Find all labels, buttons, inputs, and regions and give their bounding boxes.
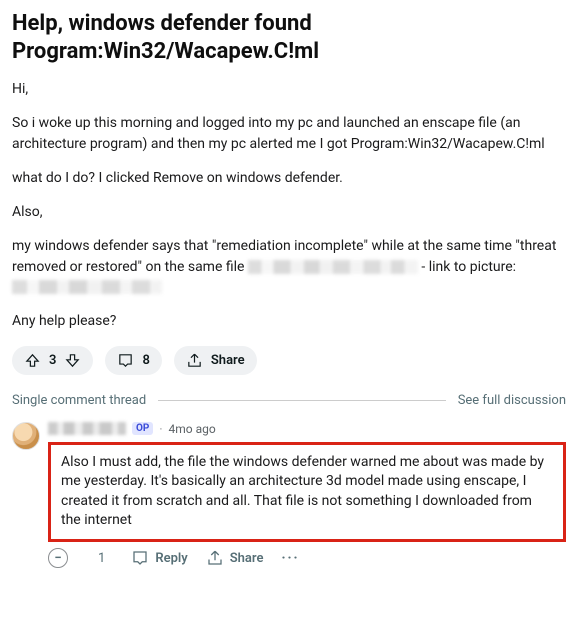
op-badge: OP (132, 422, 153, 435)
avatar[interactable] (12, 422, 40, 450)
comment-action-bar: − 1 Reply Share ··· (48, 548, 566, 568)
divider (158, 400, 445, 401)
share-button[interactable]: Share (206, 549, 264, 567)
thread-label: Single comment thread (12, 393, 146, 408)
share-icon (186, 352, 203, 369)
comments-button[interactable]: 8 (105, 346, 161, 375)
upvote-icon[interactable] (24, 352, 41, 369)
post-paragraph: Also, (12, 202, 566, 222)
comment: OP · 4mo ago Also I must add, the file t… (12, 422, 566, 568)
post-paragraph: Any help please? (12, 311, 566, 331)
post-paragraph: what do I do? I clicked Remove on window… (12, 168, 566, 188)
comment-icon (117, 352, 134, 369)
reply-button[interactable]: Reply (131, 549, 187, 567)
redacted-text (248, 260, 418, 274)
collapse-button[interactable]: − (48, 548, 68, 568)
post-paragraph: So i woke up this morning and logged int… (12, 113, 566, 154)
post-body: Hi, So i woke up this morning and logged… (12, 79, 566, 332)
vote-group: 3 (12, 346, 93, 375)
username[interactable] (48, 422, 126, 435)
separator-dot: · (159, 422, 162, 436)
post-action-bar: 3 8 Share (12, 346, 566, 375)
vote-count: 1 (98, 551, 105, 566)
comment-count: 8 (142, 353, 149, 368)
post-paragraph: my windows defender says that "remediati… (12, 236, 566, 297)
more-options-button[interactable]: ··· (281, 551, 299, 566)
vote-count: 3 (49, 353, 56, 368)
post-paragraph: Hi, (12, 79, 566, 99)
post-title: Help, windows defender found Program:Win… (12, 10, 566, 65)
timestamp: 4mo ago (168, 422, 215, 436)
share-label: Share (211, 353, 245, 368)
thread-header: Single comment thread See full discussio… (12, 393, 566, 408)
downvote-icon[interactable] (64, 352, 81, 369)
see-full-discussion-link[interactable]: See full discussion (458, 393, 566, 408)
comment-meta: OP · 4mo ago (48, 422, 566, 436)
share-button[interactable]: Share (174, 346, 257, 375)
comment-text: Also I must add, the file the windows de… (48, 442, 566, 542)
redacted-text (12, 280, 162, 294)
